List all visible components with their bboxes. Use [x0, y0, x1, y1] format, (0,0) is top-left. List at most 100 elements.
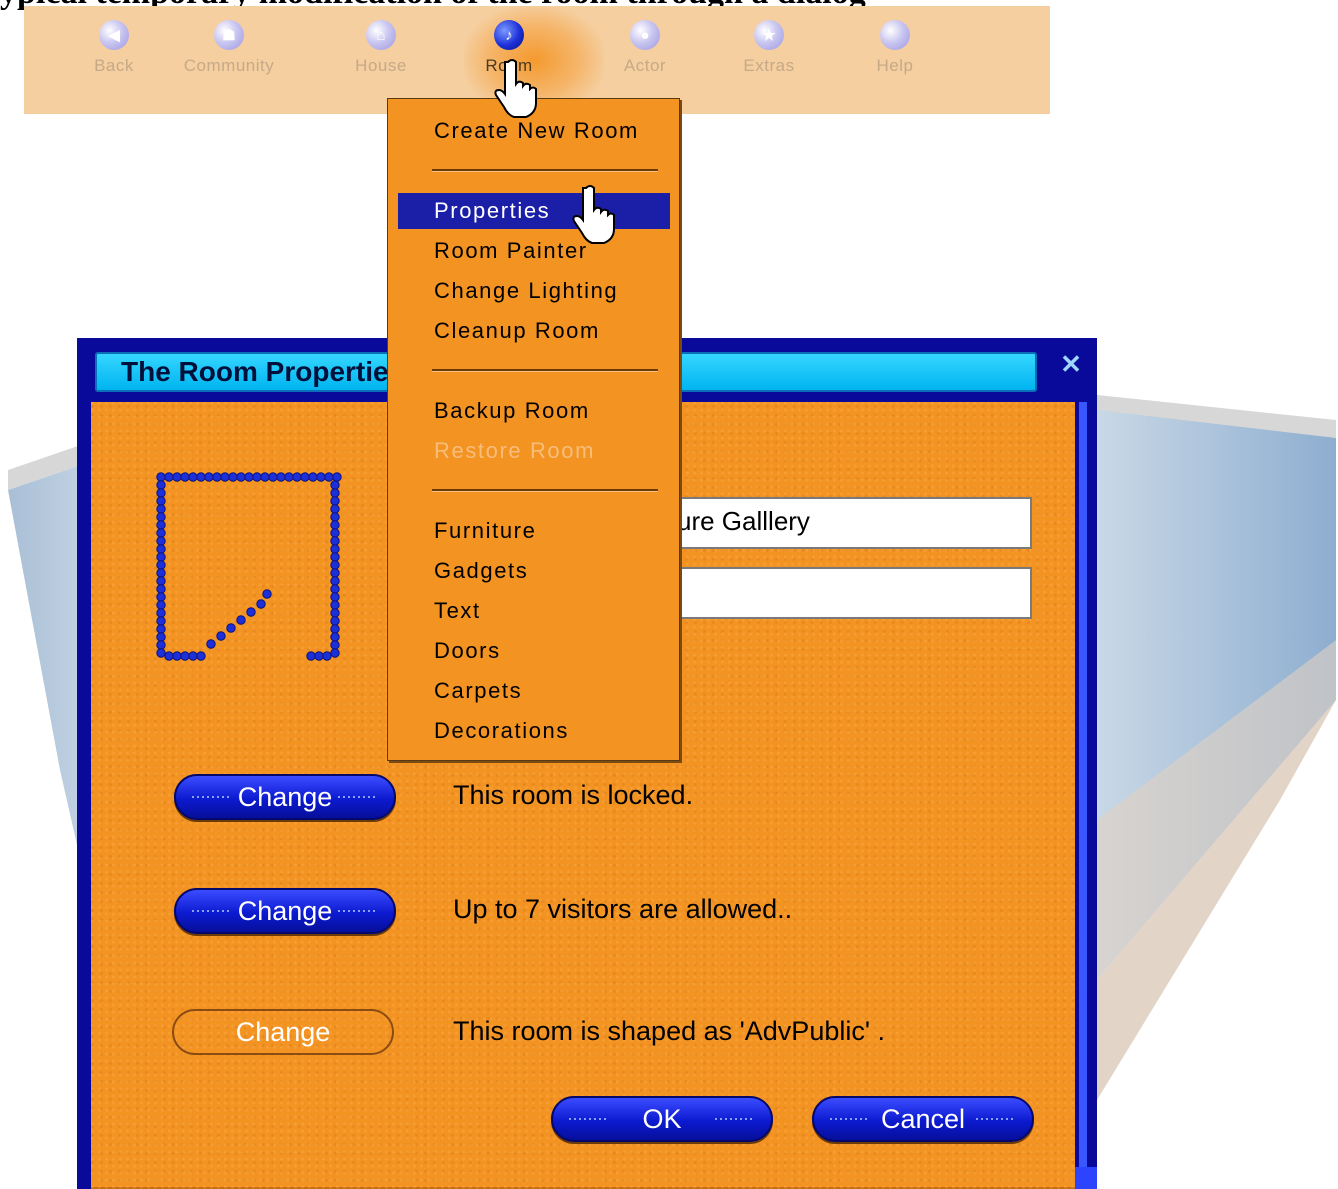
close-icon[interactable]: ✕: [1057, 350, 1085, 378]
change-visitors-button[interactable]: Change: [174, 888, 396, 934]
menu-item-gadgets[interactable]: Gadgets: [398, 553, 670, 589]
room-wall-bead: [308, 472, 318, 482]
room-wall-bead: [188, 472, 198, 482]
change-shape-button-label: Change: [235, 1017, 331, 1047]
room-wall-bead: [330, 520, 340, 530]
room-wall-bead: [236, 472, 246, 482]
room-wall-bead: [300, 472, 310, 482]
help-icon: [880, 20, 910, 50]
hand-pointer-icon: [572, 185, 615, 244]
toolbar-label: Extras: [743, 56, 795, 75]
lock-status-text: This room is locked.: [453, 780, 694, 810]
dialog-scrollbar[interactable]: [1075, 402, 1097, 1189]
room-wall-bead: [330, 608, 340, 618]
room-wall-bead: [330, 544, 340, 554]
change-shape-button[interactable]: Change: [172, 1009, 394, 1055]
toolbar-community-button[interactable]: ☗ Community: [179, 20, 279, 110]
room-wall-bead: [156, 496, 166, 506]
menu-item-carpets[interactable]: Carpets: [398, 673, 670, 709]
room-wall-bead: [330, 488, 340, 498]
room-wall-bead: [188, 651, 198, 661]
button-dots-decoration: [569, 1118, 609, 1120]
menu-item-text[interactable]: Text: [398, 593, 670, 629]
room-wall-bead: [196, 472, 206, 482]
toolbar-label: Community: [183, 56, 275, 75]
room-dropdown-menu: Create New Room Properties Room Painter …: [387, 98, 680, 761]
ok-button[interactable]: OK: [551, 1096, 773, 1142]
room-wall-bead: [330, 512, 340, 522]
room-wall-bead: [330, 496, 340, 506]
room-wall-bead: [306, 651, 316, 661]
menu-item-restore-room: Restore Room: [434, 438, 596, 463]
menu-item-decorations[interactable]: Decorations: [398, 713, 670, 749]
room-wall-bead: [156, 536, 166, 546]
room-wall-bead: [330, 568, 340, 578]
room-wall-bead: [212, 472, 222, 482]
room-wall-bead: [316, 472, 326, 482]
button-dots-decoration: [715, 1118, 755, 1120]
room-wall-bead: [268, 472, 278, 482]
room-wall-bead: [236, 615, 246, 625]
room-shape-thumbnail: [156, 472, 342, 661]
house-icon: ⌂: [366, 20, 396, 50]
menu-item-properties[interactable]: Properties: [398, 193, 670, 229]
menu-item-cleanup-room[interactable]: Cleanup Room: [398, 313, 670, 349]
room-wall-bead: [330, 560, 340, 570]
room-wall-bead: [156, 648, 166, 658]
toolbar-house-button[interactable]: ⌂ House: [331, 20, 431, 110]
room-wall-bead: [256, 599, 266, 609]
room-wall-bead: [156, 544, 166, 554]
room-wall-bead: [330, 552, 340, 562]
ok-button-label: OK: [642, 1104, 682, 1134]
room-wall-bead: [156, 576, 166, 586]
menu-item-backup-room[interactable]: Backup Room: [398, 393, 670, 429]
room-wall-bead: [156, 520, 166, 530]
button-dots-decoration: [830, 1118, 870, 1120]
change-lock-button-label: Change: [237, 782, 333, 812]
menu-item-room-painter[interactable]: Room Painter: [398, 233, 670, 269]
room-description-field[interactable]: [665, 567, 1032, 619]
change-lock-button[interactable]: Change: [174, 774, 396, 820]
menu-item-furniture[interactable]: Furniture: [398, 513, 670, 549]
room-wall-bead: [180, 472, 190, 482]
toolbar-actor-button[interactable]: ● Actor: [595, 20, 695, 110]
room-wall-bead: [252, 472, 262, 482]
toolbar-back-button[interactable]: ◀ Back: [64, 20, 164, 110]
button-dots-decoration: [338, 910, 378, 912]
room-wall-bead: [164, 472, 174, 482]
back-arrow-icon: ◀: [99, 20, 129, 50]
room-wall-bead: [330, 632, 340, 642]
room-wall-bead: [156, 560, 166, 570]
room-wall-bead: [156, 568, 166, 578]
extras-star-icon: ★: [754, 20, 784, 50]
room-wall-bead: [156, 528, 166, 538]
room-wall-bead: [244, 472, 254, 482]
room-wall-bead: [228, 472, 238, 482]
room-wall-bead: [330, 592, 340, 602]
toolbar-label: Back: [94, 56, 134, 75]
toolbar-extras-button[interactable]: ★ Extras: [719, 20, 819, 110]
room-wall-bead: [156, 616, 166, 626]
room-wall-bead: [246, 607, 256, 617]
button-dots-decoration: [338, 796, 378, 798]
room-wall-bead: [156, 640, 166, 650]
cancel-button[interactable]: Cancel: [812, 1096, 1034, 1142]
menu-item-change-lighting[interactable]: Change Lighting: [398, 273, 670, 309]
room-wall-bead: [156, 488, 166, 498]
room-wall-bead: [172, 651, 182, 661]
room-wall-bead: [156, 480, 166, 490]
menu-separator: [432, 489, 658, 492]
room-wall-bead: [196, 651, 206, 661]
room-wall-bead: [260, 472, 270, 482]
room-name-field[interactable]: ure Galllery: [665, 497, 1032, 549]
room-wall-bead: [330, 504, 340, 514]
room-wall-bead: [156, 552, 166, 562]
button-dots-decoration: [192, 910, 232, 912]
room-wall-bead: [216, 631, 226, 641]
room-wall-bead: [262, 589, 272, 599]
room-wall-bead: [156, 592, 166, 602]
menu-item-doors[interactable]: Doors: [398, 633, 670, 669]
resize-grip-icon[interactable]: [1075, 1167, 1097, 1189]
toolbar-help-button[interactable]: Help: [845, 20, 945, 110]
room-wall-bead: [204, 472, 214, 482]
